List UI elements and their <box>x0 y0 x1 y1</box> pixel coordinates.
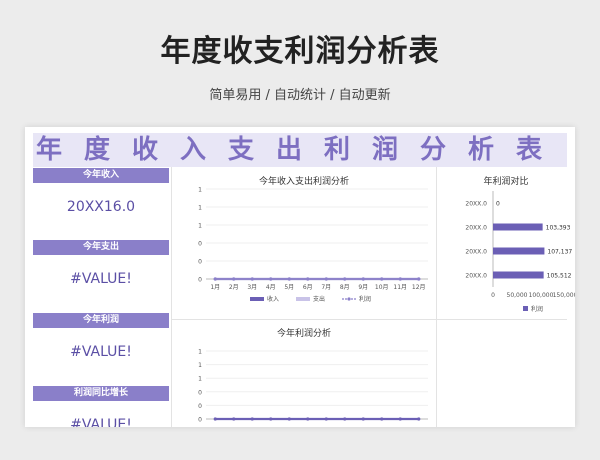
data-point <box>306 417 310 421</box>
kpi-value-growth: #VALUE! <box>70 417 132 427</box>
data-point <box>213 417 217 421</box>
y-tick-label: 0 <box>198 241 202 248</box>
data-point <box>398 277 402 281</box>
legend-label: 利润 <box>359 295 371 303</box>
data-point <box>232 417 236 421</box>
data-label: 105,512 <box>547 273 572 280</box>
data-point <box>417 417 421 421</box>
data-point <box>250 277 254 281</box>
y-tick-label: 0 <box>198 389 202 396</box>
data-point <box>343 417 347 421</box>
y-tick-label: 1 <box>198 376 202 383</box>
data-point <box>417 277 421 281</box>
x-tick-label: 4月 <box>266 284 276 291</box>
data-point <box>324 417 328 421</box>
x-tick-label: 150,000 <box>553 292 575 299</box>
data-point <box>213 277 217 281</box>
data-point <box>269 277 273 281</box>
bar <box>493 271 544 279</box>
x-tick-label: 0 <box>491 292 495 299</box>
x-tick-label: 7月 <box>321 284 331 291</box>
annual-bar-chart: 20XX.0 0 20XX.0 103,393 20XX.0 107,137 20XX.0 1… <box>465 191 575 313</box>
spreadsheet-preview: 年度收入支出利润分析表 今年收入 20XX16.0 今年支出 #VALUE! 今… <box>25 127 575 427</box>
kpi-value-expense: #VALUE! <box>70 271 132 287</box>
data-point <box>324 277 328 281</box>
legend-swatch <box>347 297 351 301</box>
data-label: 0 <box>496 201 500 208</box>
data-label: 107,137 <box>547 249 572 256</box>
legend-swatch <box>523 306 528 311</box>
data-point <box>380 417 384 421</box>
y-tick-label: 1 <box>198 362 202 369</box>
kpi-value-income: 20XX16.0 <box>66 199 136 215</box>
y-tick-label: 1 <box>198 187 202 194</box>
data-point <box>343 277 347 281</box>
x-tick-label: 100,000 <box>529 292 554 299</box>
legend-label: 支出 <box>313 295 325 303</box>
data-point <box>361 417 365 421</box>
y-tick-label: 0 <box>198 277 202 284</box>
y-tick-label: 0 <box>198 403 202 410</box>
x-tick-label: 6月 <box>303 284 313 291</box>
kpi-label-growth: 利润同比增长 <box>33 386 169 401</box>
monthly-line-chart: 1 1 1 0 0 0 1月 2月 3月 4月 5月 6月 7月 8月 9月 10月 11月 12月收入 支出 利润 <box>198 187 428 303</box>
data-point <box>361 277 365 281</box>
legend-swatch <box>250 297 264 301</box>
x-tick-label: 9月 <box>358 284 368 291</box>
x-tick-label: 1月 <box>210 284 220 291</box>
data-point <box>306 277 310 281</box>
y-tick-label: 1 <box>198 205 202 212</box>
data-point <box>287 417 291 421</box>
legend-label: 收入 <box>267 295 279 303</box>
data-point <box>287 277 291 281</box>
x-tick-label: 50,000 <box>507 292 528 299</box>
sheet-banner: 年度收入支出利润分析表 <box>33 133 567 167</box>
kpi-label-income: 今年收入 <box>33 168 169 183</box>
bar <box>493 247 545 255</box>
data-point <box>380 277 384 281</box>
y-tick-label: 1 <box>198 349 202 356</box>
data-point <box>250 417 254 421</box>
bar <box>493 223 543 231</box>
legend-swatch <box>296 297 310 301</box>
y-tick-label: 20XX.0 <box>465 225 487 232</box>
y-tick-label: 0 <box>198 417 202 424</box>
data-point <box>269 417 273 421</box>
y-tick-label: 20XX.0 <box>465 273 487 280</box>
kpi-label-expense: 今年支出 <box>33 240 169 255</box>
x-tick-label: 5月 <box>284 284 294 291</box>
x-tick-label: 12月 <box>412 284 426 291</box>
legend-label: 利润 <box>531 305 543 313</box>
x-tick-label: 10月 <box>375 284 389 291</box>
y-tick-label: 0 <box>198 259 202 266</box>
data-point <box>398 417 402 421</box>
divider <box>171 319 567 320</box>
data-label: 103,393 <box>546 225 571 232</box>
x-tick-label: 11月 <box>393 284 407 291</box>
kpi-label-profit: 今年利润 <box>33 313 169 328</box>
y-tick-label: 1 <box>198 223 202 230</box>
page-title: 年度收支利润分析表 <box>160 34 440 69</box>
page-subtitle: 简单易用 / 自动统计 / 自动更新 <box>209 88 391 103</box>
y-tick-label: 20XX.0 <box>465 249 487 256</box>
data-point <box>232 277 236 281</box>
x-tick-label: 8月 <box>340 284 350 291</box>
kpi-value-profit: #VALUE! <box>70 344 132 360</box>
y-tick-label: 20XX.0 <box>465 201 487 208</box>
x-tick-label: 2月 <box>229 284 239 291</box>
x-tick-label: 3月 <box>247 284 257 291</box>
profit-line-chart: 1 1 1 0 0 0 <box>198 349 428 424</box>
